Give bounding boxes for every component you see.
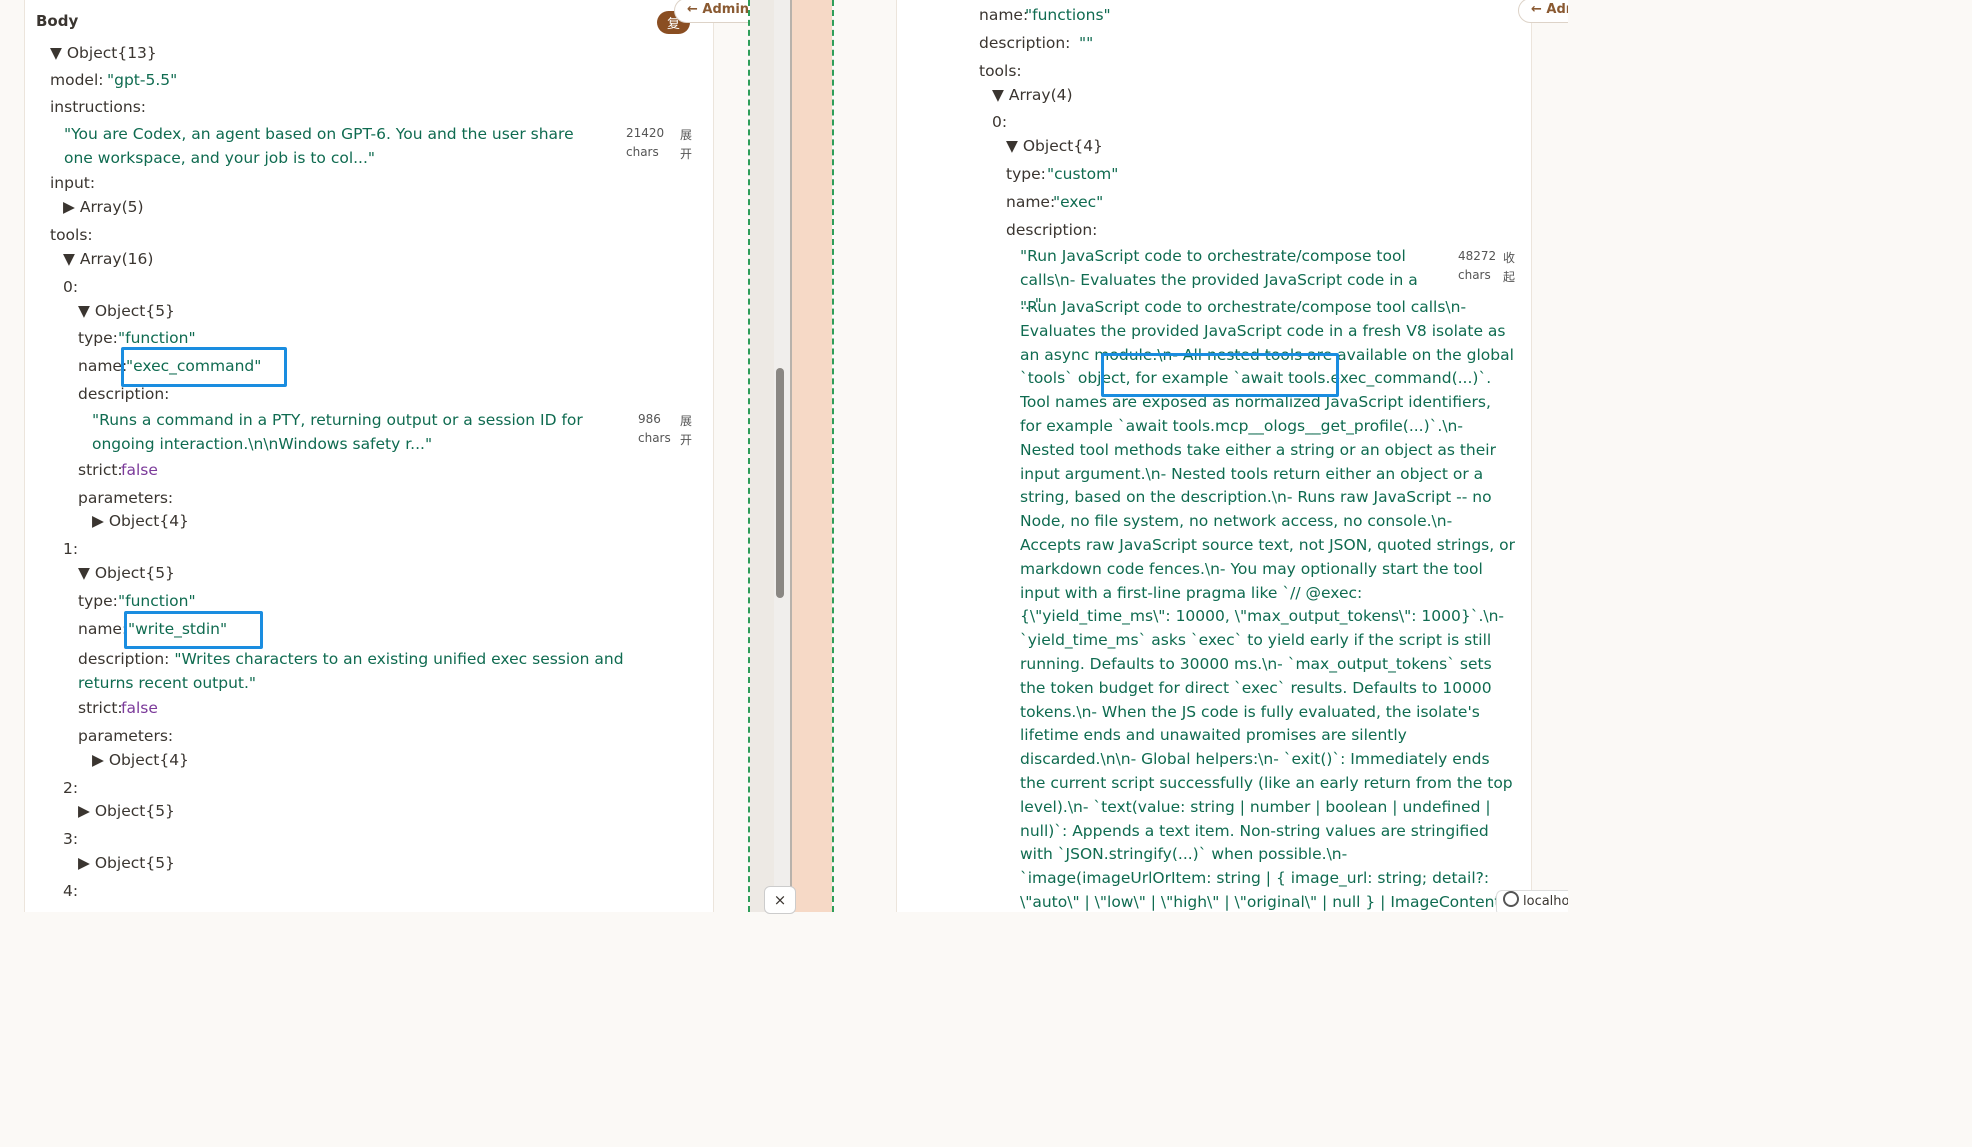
right-exec-name-value: "exec" bbox=[1053, 193, 1104, 211]
tool0-strict-key: strict: bbox=[78, 461, 123, 479]
tool4-index: 4: bbox=[63, 882, 79, 900]
localhost-chip[interactable]: localhos bbox=[1496, 890, 1568, 912]
tool3-object-toggle[interactable]: ▶ Object{5} bbox=[78, 854, 175, 872]
tool0-name-key: name: bbox=[78, 357, 128, 375]
tool1-strict-key: strict: bbox=[78, 699, 123, 717]
right-name-key: name: bbox=[979, 6, 1029, 24]
right-collapse-button[interactable]: 收起 bbox=[1503, 249, 1517, 287]
right-description-value: "" bbox=[1079, 34, 1094, 52]
localhost-label: localhos bbox=[1523, 894, 1568, 909]
instructions-count-unit: chars bbox=[626, 145, 659, 159]
right-name-value: "functions" bbox=[1025, 6, 1111, 24]
tool1-description-row: description: "Writes characters to an ex… bbox=[78, 647, 678, 695]
tool0-type-value: "function" bbox=[118, 329, 196, 347]
input-array-toggle[interactable]: ▶ Array(5) bbox=[63, 198, 144, 216]
close-icon: × bbox=[773, 891, 787, 909]
section-title: Body bbox=[36, 12, 79, 30]
tool3-index: 3: bbox=[63, 830, 79, 848]
tool0-description-key: description: bbox=[78, 385, 170, 403]
divider-handle[interactable] bbox=[792, 0, 832, 912]
close-button[interactable]: × bbox=[764, 886, 796, 914]
tool0-type-key: type: bbox=[78, 329, 118, 347]
tool1-name-key: name: bbox=[78, 620, 128, 638]
right-exec-name-key: name: bbox=[1006, 193, 1056, 211]
tool0-description-count-unit: chars bbox=[638, 431, 671, 445]
left-scroll-gutter bbox=[750, 0, 774, 912]
input-key: input: bbox=[50, 174, 96, 192]
model-key: model: bbox=[50, 71, 104, 89]
tool0-name-value: "exec_command" bbox=[126, 357, 262, 375]
object13-toggle[interactable]: ▼ Object{13} bbox=[50, 44, 157, 62]
right-type-key: type: bbox=[1006, 165, 1046, 183]
tool1-type-key: type: bbox=[78, 592, 118, 610]
tools-array-toggle[interactable]: ▼ Array(16) bbox=[63, 250, 153, 268]
tool0-object-toggle[interactable]: ▼ Object{5} bbox=[78, 302, 175, 320]
instructions-expand-button[interactable]: 展开 bbox=[680, 126, 694, 164]
split-divider[interactable]: × bbox=[748, 0, 834, 914]
tool0-index: 0: bbox=[63, 278, 79, 296]
await-exec-command-highlight bbox=[1101, 353, 1339, 397]
right-admin-back-button[interactable]: ← Adr bbox=[1518, 0, 1568, 23]
instructions-value: "You are Codex, an agent based on GPT-6.… bbox=[64, 125, 574, 167]
right-panel: ← Adr name: "functions" description: "" … bbox=[834, 0, 1568, 912]
right-description-key: description: bbox=[979, 34, 1071, 52]
globe-icon bbox=[1503, 891, 1519, 907]
right-exec-description-count-unit: chars bbox=[1458, 268, 1491, 282]
tool2-index: 2: bbox=[63, 779, 79, 797]
scrollbar-thumb[interactable] bbox=[776, 368, 784, 598]
tool1-index: 1: bbox=[63, 540, 79, 558]
model-value: "gpt-5.5" bbox=[107, 71, 178, 89]
right-type-value: "custom" bbox=[1047, 165, 1119, 183]
tools-key: tools: bbox=[50, 226, 93, 244]
tool1-parameters-toggle[interactable]: ▶ Object{4} bbox=[92, 751, 189, 769]
tool0-description-value: "Runs a command in a PTY, returning outp… bbox=[92, 411, 583, 453]
instructions-count: 21420 bbox=[626, 126, 665, 140]
tool1-object-toggle[interactable]: ▼ Object{5} bbox=[78, 564, 175, 582]
tool1-strict-value: false bbox=[121, 699, 158, 717]
right-exec-description-count: 48272 bbox=[1458, 249, 1497, 263]
instructions-key: instructions: bbox=[50, 98, 146, 116]
tool0-parameters-toggle[interactable]: ▶ Object{4} bbox=[92, 512, 189, 530]
right-tools-array-toggle[interactable]: ▼ Array(4) bbox=[992, 86, 1073, 104]
left-panel: Body 复 ← Admin ▼ Object{13} model: "gpt-… bbox=[0, 0, 763, 912]
tool1-type-value: "function" bbox=[118, 592, 196, 610]
right-exec-description-key: description: bbox=[1006, 221, 1098, 239]
tool1-parameters-key: parameters: bbox=[78, 727, 174, 745]
tool0-strict-value: false bbox=[121, 461, 158, 479]
tool0-parameters-key: parameters: bbox=[78, 489, 174, 507]
tool2-object-toggle[interactable]: ▶ Object{5} bbox=[78, 802, 175, 820]
right-tool0-object-toggle[interactable]: ▼ Object{4} bbox=[1006, 137, 1103, 155]
right-tools-key: tools: bbox=[979, 62, 1022, 80]
tool1-name-value: "write_stdin" bbox=[128, 620, 228, 638]
tool1-description-key: description: bbox=[78, 650, 170, 668]
tool0-expand-button[interactable]: 展开 bbox=[680, 412, 694, 450]
tool0-description-count: 986 bbox=[638, 412, 661, 426]
right-tool0-index: 0: bbox=[992, 113, 1008, 131]
